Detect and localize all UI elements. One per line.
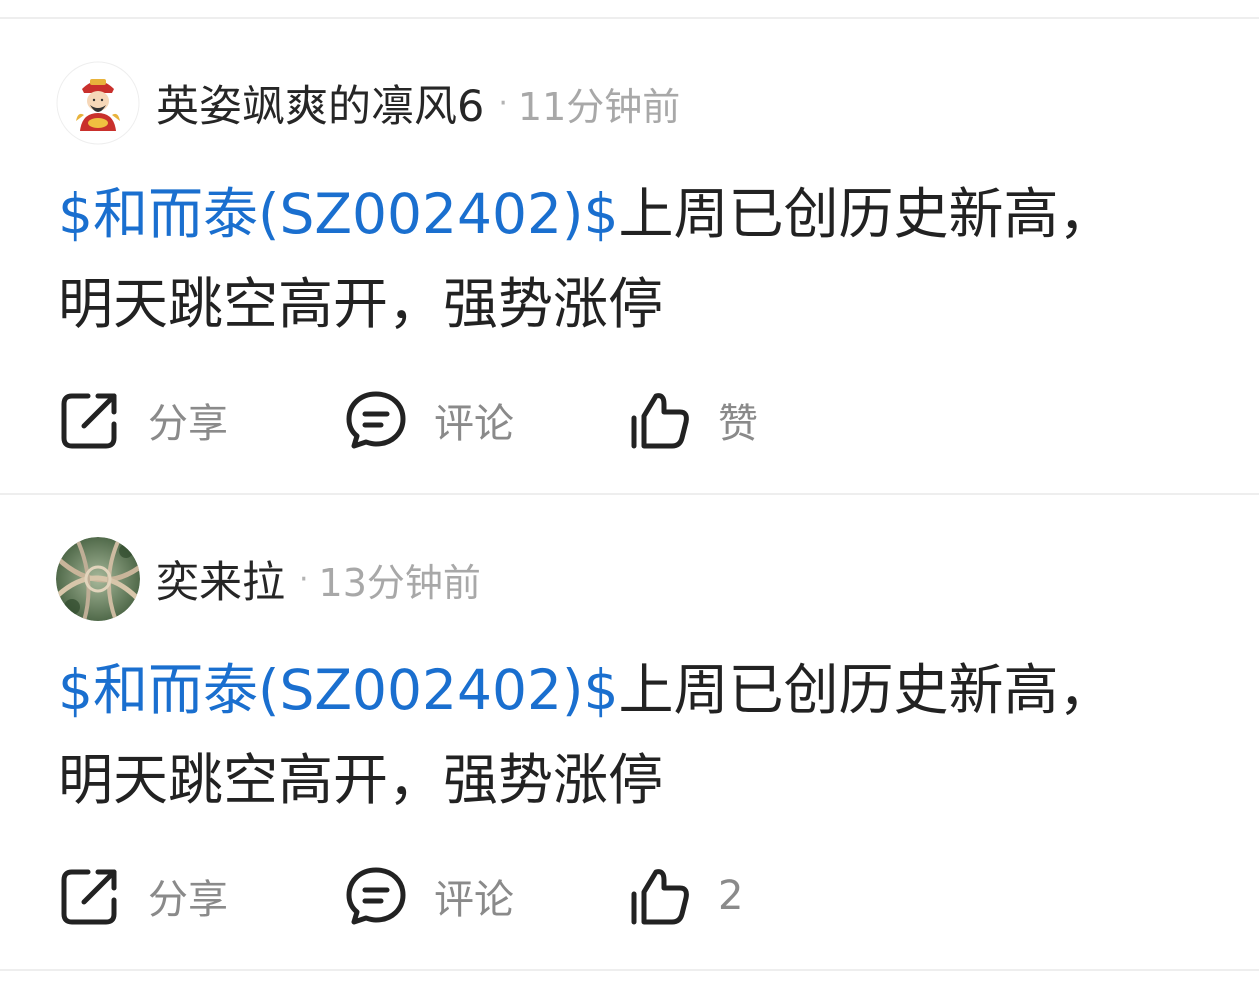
share-button[interactable]: 分享 — [58, 375, 228, 465]
username[interactable]: 奕来拉 — [156, 548, 285, 610]
separator-dot: · — [299, 561, 309, 597]
comment-button[interactable]: 评论 — [344, 375, 514, 465]
comment-icon — [344, 388, 408, 452]
god-of-wealth-avatar-icon — [56, 61, 140, 145]
avatar[interactable] — [56, 61, 140, 145]
post-header: 英姿飒爽的凛风6 · 11分钟前 — [56, 61, 680, 145]
post-text-line1: 上周已创历史新高， — [618, 182, 1114, 246]
post-card[interactable]: 英姿飒爽的凛风6 · 11分钟前 $和而泰(SZ002402)$上周已创历史新高… — [0, 19, 1259, 493]
stock-link[interactable]: $和而泰(SZ002402)$ — [58, 658, 618, 722]
post-content[interactable]: $和而泰(SZ002402)$上周已创历史新高， 明天跳空高开，强势涨停 — [58, 169, 1208, 349]
like-label: 赞 — [718, 401, 758, 447]
share-button[interactable]: 分享 — [58, 851, 228, 941]
post-actions: 分享 评论 赞 — [58, 375, 1208, 465]
like-button[interactable]: 赞 — [628, 375, 758, 465]
like-button[interactable]: 2 — [628, 851, 743, 941]
comment-label: 评论 — [434, 401, 514, 447]
post-card[interactable]: 奕来拉 · 13分钟前 $和而泰(SZ002402)$上周已创历史新高， 明天跳… — [0, 495, 1259, 969]
post-text-line2: 明天跳空高开，强势涨停 — [58, 272, 664, 336]
post-time: 13分钟前 — [318, 560, 481, 605]
share-label: 分享 — [148, 401, 228, 447]
thumbs-up-icon — [628, 864, 692, 928]
bottom-divider — [0, 969, 1259, 971]
share-icon — [58, 864, 122, 928]
post-time: 11分钟前 — [517, 84, 681, 129]
share-label: 分享 — [148, 877, 228, 923]
comment-icon — [344, 864, 408, 928]
post-actions: 分享 评论 2 — [58, 851, 1208, 941]
thumbs-up-icon — [628, 388, 692, 452]
highway-interchange-avatar-icon — [56, 537, 140, 621]
separator-dot: · — [498, 85, 508, 121]
post-text-line2: 明天跳空高开，强势涨停 — [58, 748, 664, 812]
post-text-line1: 上周已创历史新高， — [618, 658, 1114, 722]
avatar[interactable] — [56, 537, 140, 621]
post-content[interactable]: $和而泰(SZ002402)$上周已创历史新高， 明天跳空高开，强势涨停 — [58, 645, 1208, 825]
share-icon — [58, 388, 122, 452]
comment-button[interactable]: 评论 — [344, 851, 514, 941]
comment-label: 评论 — [434, 877, 514, 923]
stock-link[interactable]: $和而泰(SZ002402)$ — [58, 182, 618, 246]
like-count: 2 — [718, 873, 744, 919]
username[interactable]: 英姿飒爽的凛风6 — [156, 72, 484, 134]
post-header: 奕来拉 · 13分钟前 — [56, 537, 481, 621]
